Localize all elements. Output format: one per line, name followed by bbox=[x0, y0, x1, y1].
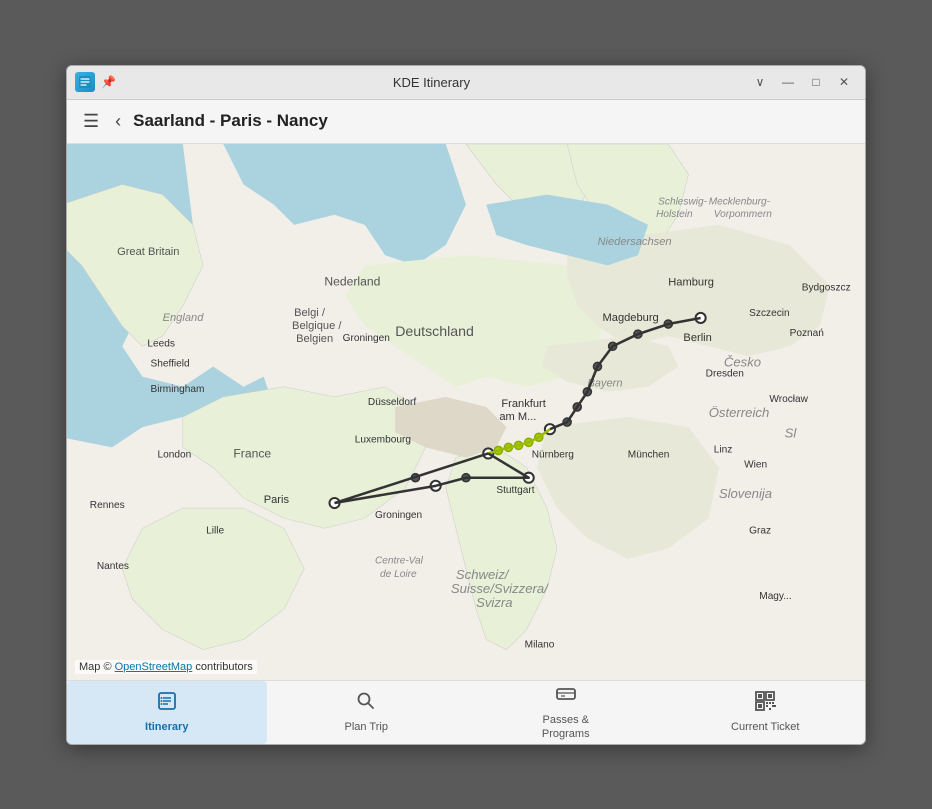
svg-text:Groningen: Groningen bbox=[343, 333, 390, 344]
svg-text:München: München bbox=[628, 449, 670, 460]
svg-text:France: France bbox=[233, 446, 271, 460]
svg-text:Belgien: Belgien bbox=[296, 333, 333, 345]
svg-text:Hamburg: Hamburg bbox=[668, 276, 714, 288]
app-window: 📌 KDE Itinerary ∨ — □ ✕ ☰ ‹ Saarland - P… bbox=[66, 65, 866, 745]
svg-text:Slovenija: Slovenija bbox=[719, 485, 772, 500]
map-container[interactable]: England Great Britain France Deutschland… bbox=[67, 144, 865, 680]
passes-label: Passes &Programs bbox=[542, 714, 590, 740]
svg-text:de Loire: de Loire bbox=[380, 568, 417, 579]
svg-text:Paris: Paris bbox=[264, 494, 290, 506]
qr-icon bbox=[754, 690, 776, 718]
svg-text:Groningen: Groningen bbox=[375, 510, 422, 521]
hamburger-button[interactable]: ☰ bbox=[79, 107, 103, 136]
svg-text:Österreich: Österreich bbox=[709, 405, 770, 420]
svg-text:Centre-Val: Centre-Val bbox=[375, 555, 424, 566]
svg-text:Poznań: Poznań bbox=[790, 328, 824, 339]
svg-text:Wien: Wien bbox=[744, 459, 767, 470]
svg-text:Holstein: Holstein bbox=[656, 208, 693, 219]
svg-text:Nederland: Nederland bbox=[324, 274, 380, 288]
svg-text:Sheffield: Sheffield bbox=[150, 358, 189, 369]
svg-text:am M...: am M... bbox=[499, 411, 536, 423]
svg-text:Dresden: Dresden bbox=[706, 368, 744, 379]
svg-text:Svizra: Svizra bbox=[476, 595, 512, 610]
svg-text:Mecklenburg-: Mecklenburg- bbox=[709, 196, 771, 207]
title-bar: 📌 KDE Itinerary ∨ — □ ✕ bbox=[67, 66, 865, 100]
passes-icon bbox=[555, 683, 577, 711]
svg-text:Schweiz/: Schweiz/ bbox=[456, 566, 510, 581]
search-icon bbox=[355, 690, 377, 718]
svg-text:Belgi /: Belgi / bbox=[294, 306, 326, 318]
svg-text:Niedersachsen: Niedersachsen bbox=[597, 236, 671, 248]
map-attribution: Map © OpenStreetMap contributors bbox=[75, 660, 257, 674]
svg-text:Szczecin: Szczecin bbox=[749, 307, 789, 318]
nav-item-passes[interactable]: Passes &Programs bbox=[466, 681, 666, 744]
svg-text:Milano: Milano bbox=[525, 639, 555, 650]
svg-text:Lille: Lille bbox=[206, 525, 224, 536]
window-controls: ∨ — □ ✕ bbox=[747, 72, 857, 92]
svg-text:Belgique /: Belgique / bbox=[292, 320, 342, 332]
osm-link[interactable]: OpenStreetMap bbox=[115, 661, 193, 673]
nav-item-plan-trip[interactable]: Plan Trip bbox=[267, 681, 467, 744]
svg-text:Nantes: Nantes bbox=[97, 560, 129, 571]
svg-text:Schleswig-: Schleswig- bbox=[658, 196, 708, 207]
current-ticket-label: Current Ticket bbox=[731, 721, 799, 734]
svg-text:Stuttgart: Stuttgart bbox=[496, 484, 534, 495]
svg-text:England: England bbox=[163, 311, 205, 323]
close-button[interactable]: ✕ bbox=[831, 72, 857, 92]
chevron-button[interactable]: ∨ bbox=[747, 72, 773, 92]
bottom-nav: Itinerary Plan Trip Passes &Programs bbox=[67, 680, 865, 744]
nav-item-current-ticket[interactable]: Current Ticket bbox=[666, 681, 866, 744]
svg-text:Vorpommern: Vorpommern bbox=[714, 208, 772, 219]
svg-text:Wrocław: Wrocław bbox=[769, 393, 808, 404]
nav-item-itinerary[interactable]: Itinerary bbox=[67, 681, 267, 744]
svg-text:Great Britain: Great Britain bbox=[117, 246, 179, 258]
svg-text:Suisse/Svizzera/: Suisse/Svizzera/ bbox=[451, 581, 549, 596]
svg-text:London: London bbox=[158, 449, 192, 460]
plan-trip-label: Plan Trip bbox=[345, 721, 388, 734]
minimize-button[interactable]: — bbox=[775, 72, 801, 92]
kde-itinerary-icon bbox=[75, 72, 95, 92]
svg-text:Linz: Linz bbox=[714, 444, 733, 455]
svg-text:Deutschland: Deutschland bbox=[395, 323, 474, 339]
svg-text:Sl: Sl bbox=[785, 425, 798, 440]
svg-text:Düsseldorf: Düsseldorf bbox=[368, 396, 417, 407]
svg-text:Leeds: Leeds bbox=[147, 338, 175, 349]
svg-text:Bydgoszcz: Bydgoszcz bbox=[802, 282, 851, 293]
svg-text:Nürnberg: Nürnberg bbox=[532, 449, 574, 460]
window-title: KDE Itinerary bbox=[116, 75, 747, 90]
itinerary-icon bbox=[156, 690, 178, 718]
svg-text:Graz: Graz bbox=[749, 525, 771, 536]
svg-text:Rennes: Rennes bbox=[90, 500, 125, 511]
maximize-button[interactable]: □ bbox=[803, 72, 829, 92]
svg-text:Berlin: Berlin bbox=[683, 332, 711, 344]
page-title: Saarland - Paris - Nancy bbox=[133, 111, 328, 131]
svg-text:Luxembourg: Luxembourg bbox=[355, 434, 411, 445]
svg-text:Magdeburg: Magdeburg bbox=[603, 311, 659, 323]
svg-text:Magy...: Magy... bbox=[759, 591, 791, 602]
itinerary-label: Itinerary bbox=[145, 721, 188, 734]
header-bar: ☰ ‹ Saarland - Paris - Nancy bbox=[67, 100, 865, 144]
svg-text:Frankfurt: Frankfurt bbox=[501, 397, 545, 409]
back-button[interactable]: ‹ bbox=[111, 107, 125, 136]
pin-icon: 📌 bbox=[101, 75, 116, 89]
svg-text:Česko: Česko bbox=[724, 354, 761, 369]
svg-text:Birmingham: Birmingham bbox=[150, 383, 204, 394]
